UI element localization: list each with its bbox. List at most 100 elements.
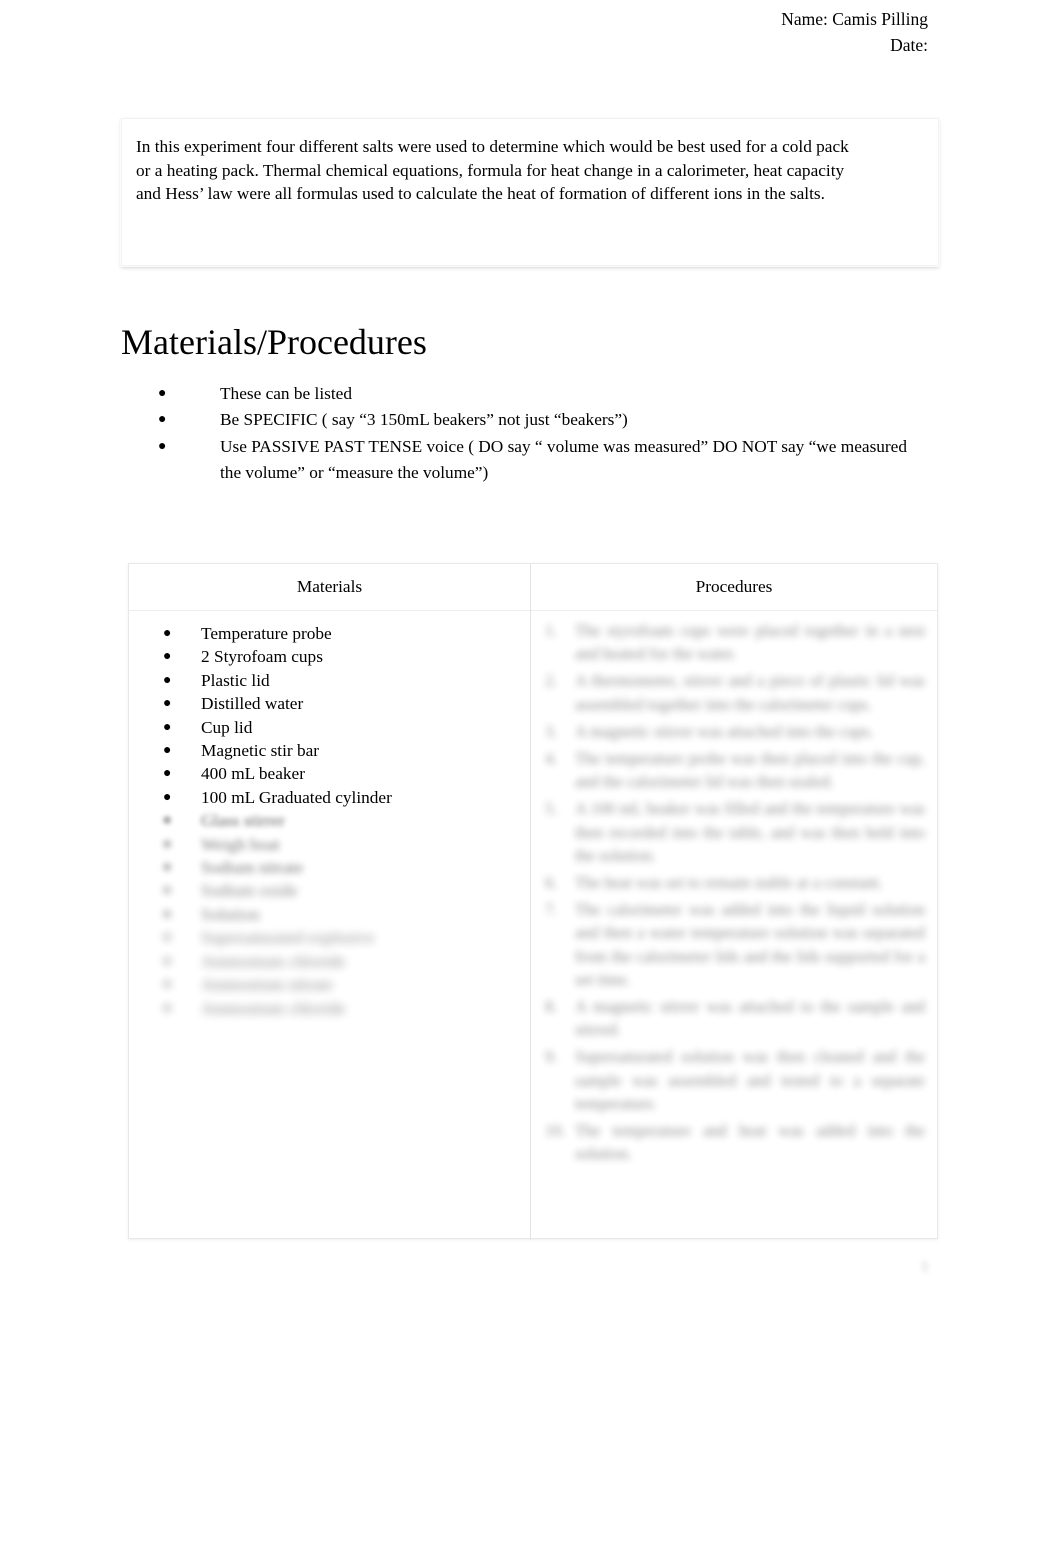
list-item: 7. The calorimeter was added into the liq… xyxy=(543,898,925,991)
bullet-icon: ● xyxy=(163,860,172,876)
list-item: 6. The heat was set to remain stable at a… xyxy=(543,871,925,894)
document-header: Name: Camis Pilling Date: xyxy=(0,6,1062,58)
bullet-icon: ● xyxy=(163,836,172,852)
list-item: ● Sodium nitrate xyxy=(163,856,523,879)
list-item: 5. A 100 mL beaker was filled and the tem… xyxy=(543,797,925,867)
list-item: ● Be SPECIFIC ( say “3 150mL beakers” no… xyxy=(148,407,908,433)
bullet-icon: ● xyxy=(163,813,172,829)
list-item: ● 100 mL Graduated cylinder xyxy=(163,786,523,809)
list-item-label: Ammonium chloride xyxy=(201,998,346,1018)
list-item: ● Ammonium nitrate xyxy=(163,973,523,996)
bullet-icon: ● xyxy=(163,906,172,922)
student-name-line: Name: Camis Pilling xyxy=(781,9,928,29)
materials-procedures-table: Materials Procedures ● Temperature probe ●… xyxy=(128,563,938,1240)
abstract-box: In this experiment four different salts … xyxy=(121,118,939,266)
list-item: 1. The styrofoam cups were placed togethe… xyxy=(543,619,925,665)
list-item-label: 400 mL beaker xyxy=(201,764,305,784)
materials-list: ● Temperature probe ● 2 Styrofoam cups ● Plas… xyxy=(163,622,523,1020)
list-item-label: Glass stirrer xyxy=(201,811,285,831)
bullet-icon: ● xyxy=(163,696,172,712)
list-item-label: Use PASSIVE PAST TENSE voice ( DO say “ … xyxy=(220,436,907,483)
list-item-label: Plastic lid xyxy=(201,670,270,690)
list-item-number: 9. xyxy=(545,1047,558,1067)
list-item-label: A magnetic stirrer was attached into the… xyxy=(575,721,874,741)
bullet-icon: ● xyxy=(163,789,172,805)
column-header-procedures: Procedures xyxy=(695,577,773,596)
page-number: 1 xyxy=(921,1259,929,1275)
list-item-label: Weigh boat xyxy=(201,834,280,854)
list-item: 9. Supersaturated solution was then clean… xyxy=(543,1045,925,1115)
bullet-icon: ● xyxy=(163,672,172,688)
list-item-label: The heat was set to remain stable at a c… xyxy=(575,873,883,893)
list-item-number: 2. xyxy=(545,671,558,691)
column-header-materials: Materials xyxy=(296,577,363,596)
bullet-icon: ● xyxy=(163,626,172,641)
list-item-label: Cup lid xyxy=(201,717,253,737)
date-line: Date: xyxy=(890,35,928,55)
list-item-label: Sodium nitrate xyxy=(201,858,304,878)
list-item-label: The styrofoam cups were placed together … xyxy=(575,621,925,664)
list-item-label: The calorimeter was added into the liqui… xyxy=(575,900,925,989)
list-item-label: The temperature probe was then placed in… xyxy=(575,749,925,792)
list-item-number: 7. xyxy=(545,900,558,920)
list-item: ● Supersaturated explosive xyxy=(163,926,523,949)
list-item: ● Plastic lid xyxy=(163,669,523,692)
bullet-icon: ● xyxy=(158,438,167,454)
list-item-label: Supersaturated explosive xyxy=(201,928,375,948)
list-item-label: Magnetic stir bar xyxy=(201,741,320,761)
list-item: ● Distilled water xyxy=(163,692,523,715)
list-item: ● Glass stirrer xyxy=(163,809,523,832)
list-item: ● These can be listed xyxy=(148,381,908,407)
list-item-number: 8. xyxy=(545,997,558,1017)
list-item: 3. A magnetic stirrer was attached into t… xyxy=(543,720,925,743)
list-item: ● Use PASSIVE PAST TENSE voice ( DO say … xyxy=(148,434,908,487)
list-item-label: Ammonium chloride xyxy=(201,951,346,971)
list-item: ● Temperature probe xyxy=(163,622,523,645)
list-item: 10. The temperature and heat was added in… xyxy=(543,1119,925,1165)
bullet-icon: ● xyxy=(163,1000,172,1016)
list-item-label: Temperature probe xyxy=(201,624,332,643)
list-item-label: Supersaturated solution was then cleaned… xyxy=(575,1047,925,1113)
page-title: Materials/Procedures xyxy=(121,322,427,362)
list-item: ● Cup lid xyxy=(163,716,523,739)
list-item-number: 6. xyxy=(545,873,558,893)
bullet-icon: ● xyxy=(163,883,172,899)
list-item-label: 2 Styrofoam cups xyxy=(201,647,323,667)
list-item-label: Sodium oxide xyxy=(201,881,298,901)
list-item: ● 400 mL beaker xyxy=(163,762,523,785)
bullet-icon: ● xyxy=(163,743,172,759)
list-item-label: 100 mL Graduated cylinder xyxy=(201,787,392,807)
list-item-number: 4. xyxy=(545,749,558,769)
bullet-icon: ● xyxy=(158,412,167,428)
list-item-label: Solution xyxy=(201,904,260,924)
list-item: 4. The temperature probe was then placed … xyxy=(543,747,925,793)
materials-cell: ● Temperature probe ● 2 Styrofoam cups ● Plas… xyxy=(129,611,530,1239)
procedures-cell: 1. The styrofoam cups were placed togethe… xyxy=(531,611,937,1239)
list-item-label: A 100 mL beaker was filled and the tempe… xyxy=(575,799,925,865)
list-item: ● Solution xyxy=(163,903,523,926)
list-item-label: Be SPECIFIC ( say “3 150mL beakers” not … xyxy=(220,410,628,430)
bullet-icon: ● xyxy=(163,977,172,993)
abstract-text: In this experiment four different salts … xyxy=(136,137,849,204)
bullet-icon: ● xyxy=(163,953,172,969)
list-item: ● Ammonium chloride xyxy=(163,950,523,973)
list-item-label: Distilled water xyxy=(201,694,304,714)
list-item: ● Weigh boat xyxy=(163,833,523,856)
bullet-icon: ● xyxy=(163,930,172,946)
bullet-icon: ● xyxy=(163,649,172,665)
bullet-icon: ● xyxy=(158,386,167,401)
bullet-icon: ● xyxy=(163,719,172,735)
list-item-number: 1. xyxy=(545,621,558,640)
list-item-label: A thermometer, stirrer and a piece of pl… xyxy=(575,671,925,714)
procedures-list: 1. The styrofoam cups were placed togethe… xyxy=(543,619,925,1169)
bullet-icon: ● xyxy=(163,766,172,782)
list-item: ● Sodium oxide xyxy=(163,879,523,902)
list-item: 8. A magnetic stirrer was attached to the… xyxy=(543,995,925,1041)
list-item: ● Ammonium chloride xyxy=(163,997,523,1020)
list-item-label: These can be listed xyxy=(220,384,352,403)
list-item: 2. A thermometer, stirrer and a piece of … xyxy=(543,669,925,715)
list-item-number: 10. xyxy=(545,1121,566,1141)
list-item: ● Magnetic stir bar xyxy=(163,739,523,762)
list-item-label: Ammonium nitrate xyxy=(201,975,333,995)
instruction-list: ● These can be listed ● Be SPECIFIC ( sa… xyxy=(148,381,908,487)
